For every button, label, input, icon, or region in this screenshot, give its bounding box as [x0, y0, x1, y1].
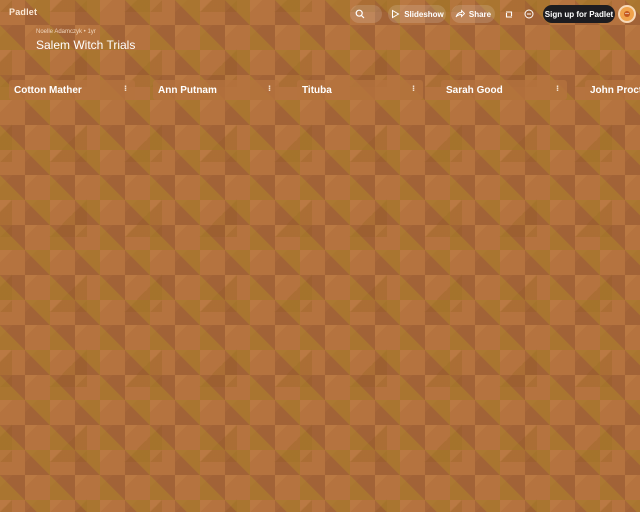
- slideshow-label: Slideshow: [404, 9, 444, 19]
- column-title: John Proctor: [590, 84, 640, 96]
- share-icon: [455, 9, 465, 18]
- slideshow-button[interactable]: Slideshow: [388, 5, 446, 23]
- board-author[interactable]: Noelle Adamczyk • 1yr: [36, 29, 96, 35]
- column-menu-icon[interactable]: ⁝: [556, 84, 559, 93]
- avatar-icon: [624, 11, 630, 17]
- play-icon: [392, 9, 400, 19]
- column-header-tituba[interactable]: Tituba ⁝: [297, 80, 423, 100]
- signup-button[interactable]: Sign up for Padlet: [543, 5, 615, 23]
- remake-button[interactable]: [500, 5, 518, 23]
- column-title: Cotton Mather: [14, 84, 82, 96]
- share-label: Share: [468, 9, 492, 19]
- search-button[interactable]: [350, 5, 382, 23]
- top-bar: Padlet Slideshow Share Sign up for Padle…: [0, 0, 640, 28]
- page-title: Salem Witch Trials: [36, 38, 136, 52]
- more-icon: [524, 9, 534, 19]
- column-header-john-proctor[interactable]: John Proctor: [585, 80, 640, 100]
- avatar[interactable]: [618, 5, 636, 23]
- search-icon: [355, 9, 365, 19]
- more-options-button[interactable]: [520, 5, 538, 23]
- column-title: Tituba: [302, 84, 332, 96]
- column-header-sarah-good[interactable]: Sarah Good ⁝: [441, 80, 567, 100]
- column-header-cotton-mather[interactable]: Cotton Mather ⁝: [9, 80, 135, 100]
- column-menu-icon[interactable]: ⁝: [124, 84, 127, 93]
- column-header-ann-putnam[interactable]: Ann Putnam ⁝: [153, 80, 279, 100]
- board-wallpaper: [0, 0, 640, 512]
- padlet-logo[interactable]: Padlet: [9, 7, 37, 17]
- share-button[interactable]: Share: [451, 5, 495, 23]
- column-menu-icon[interactable]: ⁝: [268, 84, 271, 93]
- column-menu-icon[interactable]: ⁝: [412, 84, 415, 93]
- remake-icon: [505, 11, 513, 18]
- column-title: Ann Putnam: [158, 84, 217, 96]
- column-title: Sarah Good: [446, 84, 503, 96]
